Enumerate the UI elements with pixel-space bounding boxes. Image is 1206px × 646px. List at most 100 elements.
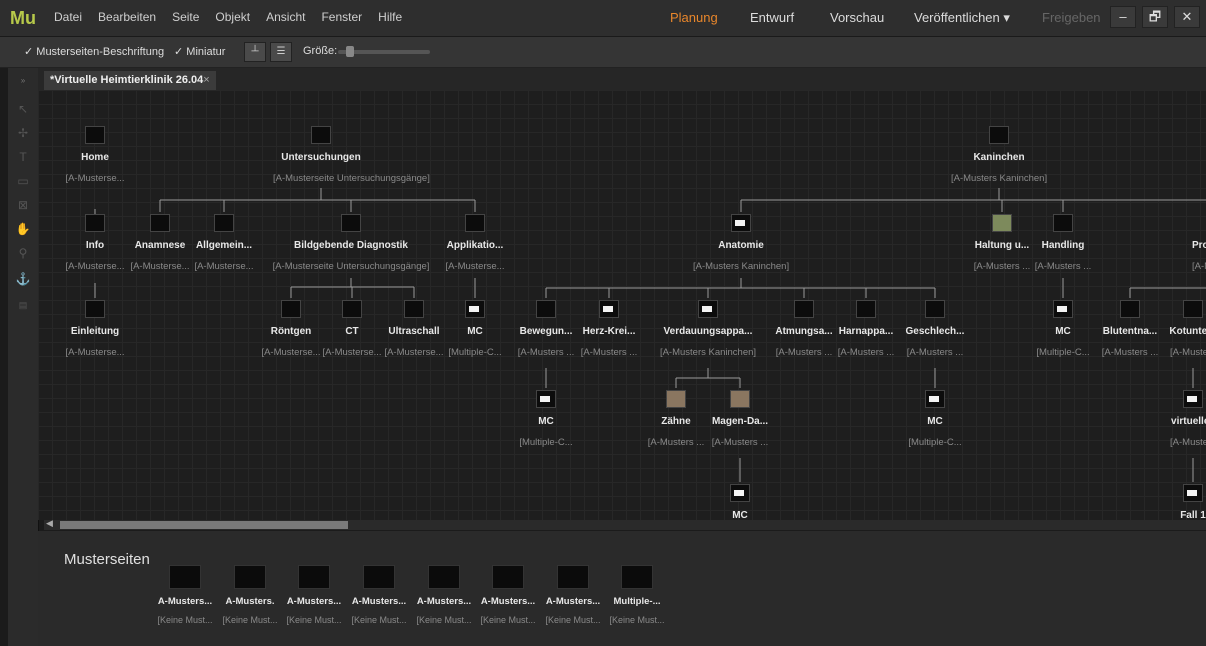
master-page-sub: [Keine Must...	[222, 615, 278, 625]
mode-freigeben[interactable]: Freigeben	[1042, 10, 1101, 25]
page-thumbnail	[730, 390, 750, 408]
text-tool-icon[interactable]: T	[14, 148, 32, 166]
connector-line	[290, 278, 415, 298]
vertical-layout-icon[interactable]: ☰	[270, 42, 292, 62]
page-label: Kaninchen	[973, 152, 1025, 163]
horizontal-scrollbar[interactable]: ◀	[44, 518, 1206, 530]
size-slider[interactable]	[338, 46, 430, 57]
page-thumbnail	[536, 390, 556, 408]
page-label: Einleitung	[70, 326, 120, 337]
selection-tool-icon[interactable]: ↖	[14, 100, 32, 118]
page-node-kaninchen[interactable]: Kaninchen [A-Musters Kaninchen]	[951, 126, 1047, 184]
horizontal-layout-icon[interactable]: ┴	[244, 42, 266, 62]
master-page-item[interactable]: Multiple-... [Keine Must...	[605, 565, 669, 625]
master-page-sub: [Keine Must...	[609, 615, 665, 625]
document-tab-bar: *Virtuelle Heimtierklinik 26.04×	[38, 68, 1206, 90]
master-page-item[interactable]: A-Musters... [Keine Must...	[282, 565, 346, 625]
page-node-bildgebende-diagnostik[interactable]: Bildgebende Diagnostik [A-Musterseite Unt…	[256, 214, 446, 272]
page-node-virtuelles[interactable]: virtuelles [A-Musters	[1145, 390, 1206, 448]
page-thumbnail	[1053, 214, 1073, 232]
master-page-item[interactable]: A-Musters... [Keine Must...	[476, 565, 540, 625]
master-page-item[interactable]: A-Musters... [Keine Must...	[347, 565, 411, 625]
menu-fenster[interactable]: Fenster	[321, 10, 362, 24]
menu-ansicht[interactable]: Ansicht	[266, 10, 305, 24]
menu-objekt[interactable]: Objekt	[215, 10, 250, 24]
page-label: Verdauungsappa...	[663, 326, 753, 337]
mode-entwurf[interactable]: Entwurf	[750, 10, 794, 25]
mode-veroeffentlichen[interactable]: Veröffentlichen ▾	[914, 10, 1010, 26]
page-label: Geschlech...	[905, 326, 965, 337]
master-page-item[interactable]: A-Musters... [Keine Must...	[412, 565, 476, 625]
hand-tool-icon[interactable]: ✋	[14, 220, 32, 238]
page-node-untersuchungen[interactable]: Untersuchungen [A-Musterseite Untersuchun…	[273, 126, 430, 184]
master-thumbnail	[298, 565, 330, 589]
page-thumbnail	[925, 390, 945, 408]
master-caption-checkbox[interactable]: ✓ Musterseiten-Beschriftung	[24, 45, 164, 58]
menu-seite[interactable]: Seite	[172, 10, 199, 24]
page-thumbnail	[404, 300, 424, 318]
master-thumbnail	[169, 565, 201, 589]
master-label: [A-Musterse...	[445, 261, 505, 272]
page-node-probe[interactable]: Probe [A-Must	[1192, 214, 1206, 272]
page-thumbnail	[698, 300, 718, 318]
page-node-magen-darm[interactable]: Magen-Da... [A-Musters ...	[692, 390, 788, 448]
menu-hilfe[interactable]: Hilfe	[378, 10, 402, 24]
scroll-left-icon[interactable]: ◀	[46, 518, 53, 529]
master-page-label: A-Musters...	[351, 596, 407, 607]
page-node-einleitung[interactable]: Einleitung [A-Musterse...	[47, 300, 143, 358]
connector-line	[1129, 287, 1206, 298]
page-thumbnail	[599, 300, 619, 318]
close-icon[interactable]: ✕	[1174, 6, 1200, 28]
page-node-mc[interactable]: MC [Multiple-C...	[887, 390, 983, 448]
restore-icon[interactable]: 🗗	[1142, 6, 1168, 28]
master-page-sub: [Keine Must...	[351, 615, 407, 625]
collapse-icon[interactable]: »	[14, 72, 32, 90]
master-page-item[interactable]: A-Musters... [Keine Must...	[541, 565, 605, 625]
master-label: [A-Must	[1192, 261, 1206, 272]
mode-vorschau[interactable]: Vorschau	[830, 10, 884, 25]
page-node-verdauungsapparat[interactable]: Verdauungsappa... [A-Musters Kaninchen]	[648, 300, 768, 358]
window-controls: – 🗗 ✕	[1110, 6, 1200, 28]
rectangle-tool-icon[interactable]: ▭	[14, 172, 32, 190]
sitemap-canvas[interactable]: Home [A-Musterse... Untersuchungen [A-Must…	[38, 90, 1206, 520]
page-node-mc[interactable]: MC [Multiple-C...	[498, 390, 594, 448]
menu-datei[interactable]: Datei	[54, 10, 82, 24]
page-node-anatomie[interactable]: Anatomie [A-Musters Kaninchen]	[693, 214, 789, 272]
master-page-label: A-Musters...	[286, 596, 342, 607]
tab-document[interactable]: *Virtuelle Heimtierklinik 26.04×	[44, 71, 216, 90]
page-node-kotuntersuchung[interactable]: Kotunters [A-Musters	[1145, 300, 1206, 358]
page-label: Handling	[1041, 240, 1085, 251]
master-page-sub: [Keine Must...	[157, 615, 213, 625]
page-node-geschlechtsapparat[interactable]: Geschlech... [A-Musters ...	[887, 300, 983, 358]
master-label: [A-Musterseite Untersuchungsgänge]	[273, 173, 430, 184]
minimize-icon[interactable]: –	[1110, 6, 1136, 28]
page-label: Anatomie	[718, 240, 764, 251]
master-page-item[interactable]: A-Musters... [Keine Must...	[153, 565, 217, 625]
page-node-home[interactable]: Home [A-Musterse...	[47, 126, 143, 184]
image-frame-icon[interactable]: ⊠	[14, 196, 32, 214]
master-label: [A-Musterseite Untersuchungsgänge]	[272, 261, 430, 272]
menu-bar: Mu Datei Bearbeiten Seite Objekt Ansicht…	[0, 0, 1206, 37]
menu-bearbeiten[interactable]: Bearbeiten	[98, 10, 156, 24]
crop-tool-icon[interactable]: ✢	[14, 124, 32, 142]
page-thumbnail	[1053, 300, 1073, 318]
size-slider-knob[interactable]	[346, 46, 354, 57]
text-wrap-icon[interactable]: ▤	[14, 296, 32, 314]
tab-close-icon[interactable]: ×	[203, 74, 209, 86]
anchor-icon[interactable]: ⚓	[14, 270, 32, 288]
master-label: [Multiple-C...	[519, 437, 573, 448]
page-node-herz-kreislauf[interactable]: Herz-Krei... [A-Musters ...	[561, 300, 657, 358]
mode-planung[interactable]: Planung	[670, 10, 718, 25]
scrollbar-thumb[interactable]	[60, 521, 348, 529]
thumbnail-checkbox[interactable]: ✓ Miniatur	[174, 45, 225, 58]
master-page-label: A-Musters...	[480, 596, 536, 607]
zoom-tool-icon[interactable]: ⚲	[14, 244, 32, 262]
page-node-applikation[interactable]: Applikatio... [A-Musterse...	[427, 214, 523, 272]
page-node-mc[interactable]: MC	[692, 484, 788, 520]
master-label: [A-Musterse...	[65, 173, 125, 184]
page-node-fall-1[interactable]: Fall 1	[1145, 484, 1206, 520]
master-page-label: A-Musters...	[416, 596, 472, 607]
master-page-item[interactable]: A-Musters. [Keine Must...	[218, 565, 282, 625]
master-label: [A-Musters	[1170, 437, 1206, 448]
page-node-handling[interactable]: Handling [A-Musters ...	[1015, 214, 1111, 272]
